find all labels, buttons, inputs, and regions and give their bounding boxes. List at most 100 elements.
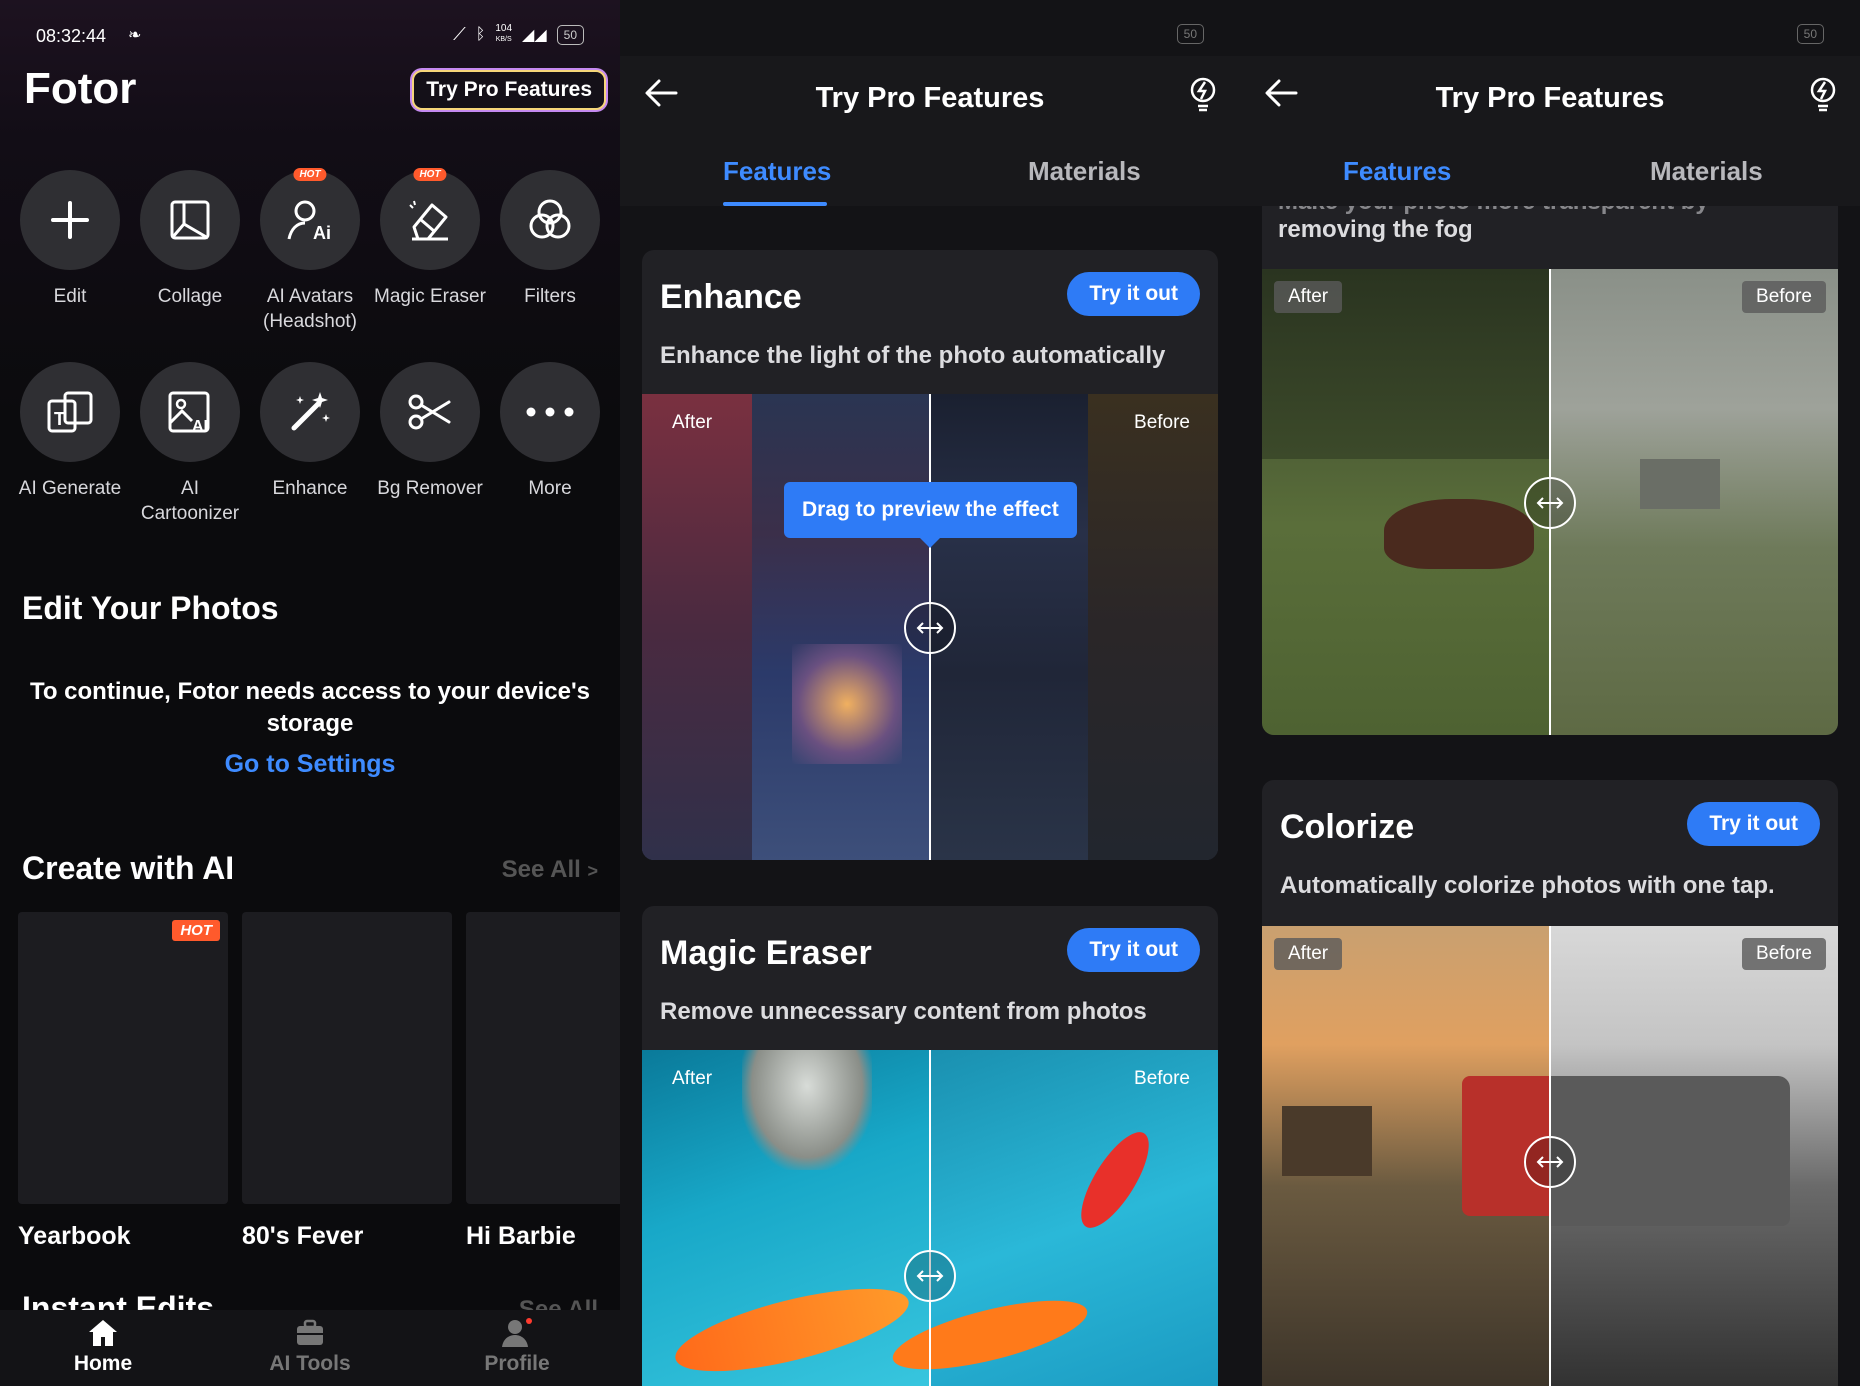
ai-card-hi-barbie[interactable] — [466, 912, 620, 1204]
ai-card-80s-fever[interactable] — [242, 912, 452, 1204]
ai-avatar-icon: Ai — [287, 200, 331, 243]
drag-handle[interactable] — [904, 602, 956, 654]
drag-handle[interactable] — [1524, 477, 1576, 529]
ai-cartoonizer-icon: AI — [168, 391, 210, 435]
tool-label: AI Avatars (Headshot) — [263, 286, 357, 332]
feature-description: Remove unnecessary content from photos — [660, 998, 1147, 1025]
hot-badge: HOT — [413, 168, 447, 181]
svg-text:AI: AI — [192, 418, 208, 435]
tool-label: Magic Eraser — [374, 286, 486, 307]
eraser-icon — [409, 200, 448, 241]
lightning-bulb-icon[interactable] — [1808, 76, 1838, 112]
bottom-nav: Home AI Tools Profile — [0, 1310, 620, 1386]
double-arrow-icon — [1536, 1156, 1564, 1168]
tool-ai-generate[interactable]: T AI Generate — [10, 362, 130, 501]
pro-features-screen: 50 Try Pro Features Features Materials E… — [620, 0, 1240, 1386]
status-bar: 08:32:44 ❧ ⟋ ᛒ 104 KB/S ◢◢ 50 — [36, 22, 584, 52]
chat-icon: ❧ — [128, 27, 142, 44]
status-bar: 50 — [1276, 22, 1824, 52]
see-all-link[interactable]: See All > — [502, 856, 598, 884]
home-screen: 08:32:44 ❧ ⟋ ᛒ 104 KB/S ◢◢ 50 Fotor Try … — [0, 0, 620, 1386]
chevron-right-icon: > — [587, 861, 598, 881]
tool-label: Bg Remover — [377, 478, 483, 499]
before-label: Before — [1134, 412, 1190, 433]
feature-title: Magic Eraser — [660, 934, 872, 972]
nav-label: Profile — [484, 1352, 550, 1375]
ai-card-title: 80's Fever — [242, 1222, 364, 1250]
tool-label: AI Generate — [18, 478, 122, 499]
tool-label: AI Cartoonizer — [140, 478, 240, 524]
pro-features-screen-scrolled: 50 After Before Make your photo more tra… — [1240, 0, 1860, 1386]
tool-magic-eraser[interactable]: HOT Magic Eraser — [370, 168, 490, 309]
page-title: Try Pro Features — [815, 82, 1045, 114]
tool-label: More — [528, 478, 572, 499]
bluetooth-icon: ᛒ — [475, 25, 486, 43]
app-logo: Fotor — [24, 64, 137, 113]
drag-handle[interactable] — [1524, 1136, 1576, 1188]
tool-filters[interactable]: Filters — [490, 170, 610, 309]
feature-title: Enhance — [660, 278, 802, 316]
compare-slider[interactable]: After Before — [1262, 926, 1838, 1386]
before-image — [1550, 269, 1838, 735]
tool-edit[interactable]: Edit — [10, 170, 130, 309]
tool-label: Collage — [157, 286, 223, 307]
after-image — [1262, 269, 1550, 735]
drag-tooltip: Drag to preview the effect — [784, 482, 1077, 548]
nav-label: AI Tools — [269, 1352, 351, 1375]
tool-more[interactable]: More — [490, 362, 610, 501]
lightning-bulb-icon[interactable] — [1188, 76, 1218, 112]
before-image — [1550, 926, 1838, 1386]
hot-badge: HOT — [293, 168, 327, 181]
after-image — [642, 394, 930, 860]
after-image — [642, 1050, 930, 1386]
storage-notice: To continue, Fotor needs access to your … — [29, 678, 591, 737]
try-it-out-button[interactable]: Try it out — [1687, 802, 1820, 846]
magic-wand-icon — [291, 392, 330, 431]
try-it-out-button[interactable]: Try it out — [1067, 272, 1200, 316]
feature-description: Enhance the light of the photo automatic… — [660, 342, 1166, 369]
try-pro-button[interactable]: Try Pro Features — [412, 70, 606, 110]
tool-label: Filters — [524, 286, 576, 307]
drag-handle[interactable] — [904, 1250, 956, 1302]
compare-slider[interactable]: After Before Drag to preview the effect — [642, 394, 1218, 860]
feature-title: Colorize — [1280, 808, 1415, 846]
tool-collage[interactable]: Collage — [130, 170, 250, 309]
signal-icon: ◢◢ — [522, 26, 547, 44]
hot-badge: HOT — [172, 920, 220, 941]
tool-ai-avatars[interactable]: HOT Ai AI Avatars (Headshot) — [250, 168, 370, 334]
after-label: After — [1274, 281, 1343, 313]
home-icon — [89, 1320, 117, 1346]
compare-slider[interactable]: After Before — [642, 1050, 1218, 1386]
net-speed: 104 KB/S — [495, 23, 513, 44]
battery-indicator: 50 — [1796, 24, 1824, 44]
profile-icon — [502, 1318, 532, 1347]
before-image — [886, 1050, 1218, 1386]
collage-icon — [170, 200, 210, 240]
scissors-icon — [408, 394, 451, 430]
status-time: 08:32:44 — [36, 26, 107, 46]
feature-description-partial: removing the fog — [1278, 216, 1473, 243]
nav-home[interactable]: Home — [0, 1310, 206, 1386]
tool-enhance[interactable]: Enhance — [250, 362, 370, 501]
tab-features[interactable]: Features — [723, 156, 831, 187]
feature-description: Automatically colorize photos with one t… — [1280, 872, 1775, 899]
battery-indicator: 50 — [556, 24, 584, 45]
go-to-settings-link[interactable]: Go to Settings — [0, 750, 620, 779]
before-label: Before — [1742, 281, 1826, 313]
tool-ai-cartoonizer[interactable]: AI AI Cartoonizer — [130, 362, 250, 526]
nav-ai-tools[interactable]: AI Tools — [207, 1310, 413, 1386]
tab-materials[interactable]: Materials — [1028, 156, 1141, 187]
try-it-out-button[interactable]: Try it out — [1067, 928, 1200, 972]
edit-photos-title: Edit Your Photos — [22, 590, 279, 626]
tab-materials[interactable]: Materials — [1650, 156, 1763, 187]
filters-icon — [529, 199, 571, 239]
nav-label: Home — [73, 1352, 133, 1375]
before-label: Before — [1742, 938, 1826, 970]
ai-card-yearbook[interactable]: HOT — [18, 912, 228, 1204]
pro-header: Try Pro Features Features Materials — [620, 56, 1240, 206]
more-dots-icon — [526, 407, 574, 417]
compare-slider[interactable]: After Before — [1262, 269, 1838, 735]
tool-bg-remover[interactable]: Bg Remover — [370, 362, 490, 501]
tab-features[interactable]: Features — [1343, 156, 1451, 187]
nav-profile[interactable]: Profile — [414, 1310, 620, 1386]
